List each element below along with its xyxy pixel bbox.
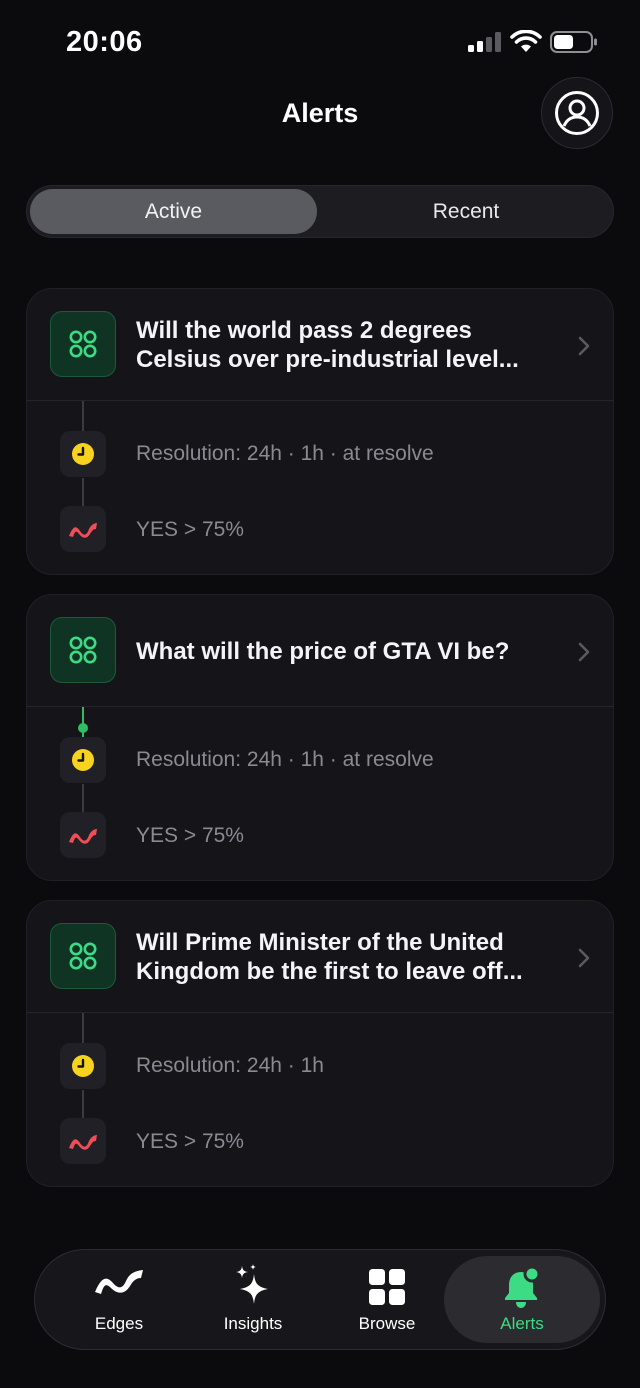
four-circles-icon [69, 636, 97, 664]
card-divider [27, 1012, 613, 1013]
chevron-right-icon [578, 948, 590, 968]
tab-browse[interactable]: Browse [319, 1250, 455, 1349]
segment-active[interactable]: Active [30, 189, 317, 234]
tab-edges[interactable]: Edges [47, 1250, 191, 1349]
trend-icon [69, 523, 97, 538]
trend-icon-tile [60, 506, 106, 552]
segment-recent[interactable]: Recent [322, 189, 610, 234]
tab-alerts[interactable]: Alerts [444, 1256, 600, 1343]
chevron-right-icon [578, 642, 590, 662]
alert-condition: YES > 75% [136, 1130, 244, 1153]
trend-icon [69, 829, 97, 844]
trend-icon-tile [60, 812, 106, 858]
alert-card[interactable]: Will the world pass 2 degrees Celsius ov… [26, 288, 614, 575]
clock-icon [72, 749, 94, 771]
cellular-signal-icon [468, 32, 501, 52]
card-divider [27, 400, 613, 401]
alert-resolution: Resolution: 24h · 1h · at resolve [136, 442, 434, 465]
status-time: 20:06 [66, 26, 143, 58]
market-icon [50, 617, 116, 683]
clock-icon-tile [60, 431, 106, 477]
timeline-line [82, 784, 84, 812]
grid-icon [369, 1269, 405, 1305]
clock-icon [72, 443, 94, 465]
bottom-tab-bar: Edges Insights Browse Alerts [34, 1249, 606, 1350]
edges-icon [95, 1270, 143, 1294]
tab-label: Edges [94, 1314, 144, 1333]
status-bar: 20:06 [0, 0, 640, 80]
timeline-line [82, 1013, 84, 1043]
clock-icon [72, 1055, 94, 1077]
timeline-line [82, 1090, 84, 1118]
clock-icon-tile [60, 737, 106, 783]
alert-title: What will the price of GTA VI be? [136, 638, 510, 665]
chevron-right-icon [578, 336, 590, 356]
four-circles-icon [69, 330, 97, 358]
alert-condition: YES > 75% [136, 518, 244, 541]
alerts-segmented-control: Active Recent [26, 185, 614, 238]
bell-icon [505, 1266, 541, 1308]
battery-icon [550, 31, 597, 53]
alert-card[interactable]: Will Prime Minister of the United Kingdo… [26, 900, 614, 1187]
wifi-icon [510, 30, 542, 52]
tab-label: Alerts [500, 1314, 544, 1333]
alert-condition: YES > 75% [136, 824, 244, 847]
user-avatar-icon [555, 91, 599, 135]
trend-icon [69, 1135, 97, 1150]
tab-label: Insights [223, 1314, 283, 1333]
alert-resolution: Resolution: 24h · 1h · at resolve [136, 748, 434, 771]
timeline-line [82, 401, 84, 431]
timeline-line [82, 478, 84, 506]
trend-icon-tile [60, 1118, 106, 1164]
sparkle-icon [236, 1264, 268, 1304]
card-divider [27, 706, 613, 707]
timeline-dot [78, 723, 88, 733]
profile-button[interactable] [541, 77, 613, 149]
market-icon [50, 923, 116, 989]
four-circles-icon [69, 942, 97, 970]
clock-icon-tile [60, 1043, 106, 1089]
tab-insights[interactable]: Insights [185, 1250, 321, 1349]
alert-card[interactable]: What will the price of GTA VI be? Resolu… [26, 594, 614, 881]
alert-resolution: Resolution: 24h · 1h [136, 1054, 324, 1077]
market-icon [50, 311, 116, 377]
tab-label: Browse [358, 1314, 416, 1333]
alert-title: Will the world pass 2 degrees Celsius ov… [136, 317, 519, 373]
alert-title: Will Prime Minister of the United Kingdo… [136, 929, 523, 985]
